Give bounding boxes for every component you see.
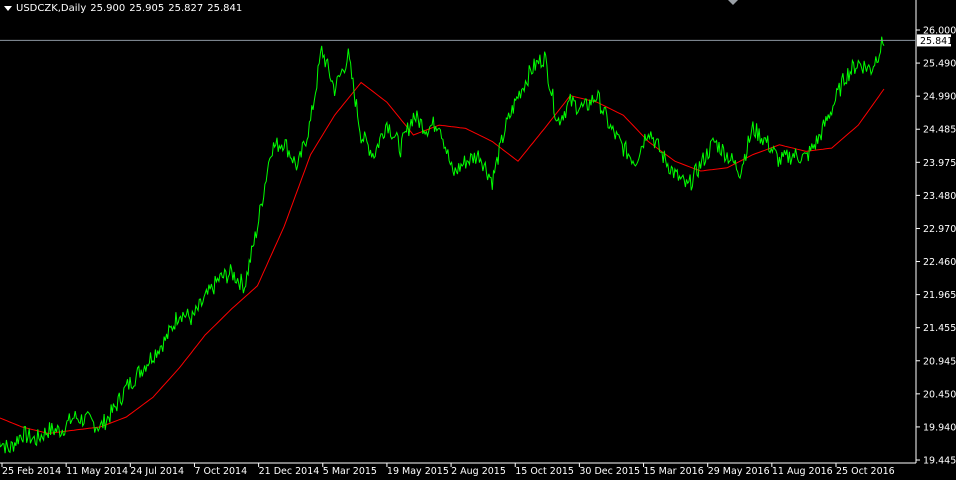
x-tick-label: 25 Feb 2014 [2, 466, 61, 477]
y-axis-ticks: 26.00025.49024.99024.48523.97523.48022.9… [916, 26, 956, 467]
moving-average-line [0, 81, 885, 434]
moving-average-layer [0, 81, 885, 434]
y-tick-label: 22.460 [923, 257, 956, 268]
x-tick-label: 11 Aug 2016 [772, 466, 833, 477]
x-tick-label: 15 Mar 2016 [644, 466, 704, 477]
x-tick-label: 7 Oct 2014 [194, 466, 247, 477]
current-price-layer: 25.841 [0, 34, 953, 47]
y-tick-label: 21.455 [923, 323, 956, 334]
axes-layer [0, 0, 917, 464]
y-tick-label: 24.485 [923, 125, 956, 136]
x-tick-label: 24 Jul 2014 [130, 466, 184, 477]
x-tick-label: 25 Oct 2016 [836, 466, 895, 477]
y-tick-label: 19.445 [923, 456, 956, 467]
current-price-label: 25.841 [920, 36, 953, 47]
x-tick-label: 15 Oct 2015 [515, 466, 574, 477]
y-tick-label: 21.965 [923, 290, 956, 301]
price-layer [0, 36, 885, 454]
x-tick-label: 21 Dec 2014 [259, 466, 320, 477]
x-tick-label: 11 May 2014 [66, 466, 128, 477]
y-tick-label: 24.990 [923, 92, 956, 103]
price-line [0, 36, 885, 454]
x-tick-label: 30 Dec 2015 [579, 466, 640, 477]
chart-window[interactable]: USDCZK,Daily 25.900 25.905 25.827 25.841… [0, 0, 956, 480]
y-tick-label: 23.975 [923, 158, 956, 169]
y-tick-label: 22.970 [923, 224, 956, 235]
y-tick-label: 20.945 [923, 356, 956, 367]
y-tick-label: 25.490 [923, 59, 956, 70]
x-axis-ticks: 25 Feb 2014 11 May 2014 24 Jul 2014 7 Oct 2… [1, 463, 895, 477]
x-tick-label: 2 Aug 2015 [451, 466, 506, 477]
x-tick-label: 29 May 2016 [708, 466, 770, 477]
y-tick-label: 19.940 [923, 422, 956, 433]
x-tick-label: 5 Mar 2015 [323, 466, 377, 477]
price-chart-svg: 26.00025.49024.99024.48523.97523.48022.9… [0, 0, 956, 477]
x-tick-label: 19 May 2015 [387, 466, 449, 477]
y-tick-label: 20.450 [923, 389, 956, 400]
y-tick-label: 23.480 [923, 191, 956, 202]
